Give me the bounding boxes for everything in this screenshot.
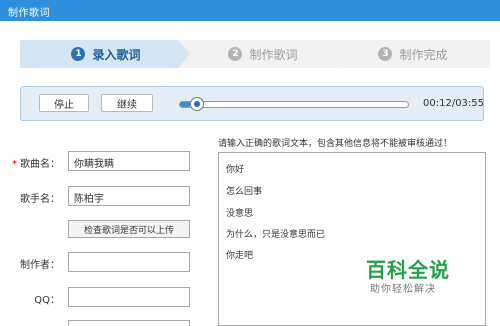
step-indicator: 1 录入歌词 2 制作歌词 3 制作完成 [20, 40, 490, 68]
step-3-label: 制作完成 [399, 47, 448, 62]
title-bar: 制作歌词 [0, 0, 500, 21]
stop-button[interactable]: 停止 [39, 94, 89, 112]
audio-player: 停止 继续 00:12/03:55 [20, 86, 484, 121]
continue-button[interactable]: 继续 [101, 94, 153, 112]
lyric-line: 为什么，只是没意思而已 [226, 230, 326, 240]
step-1-number: 1 [71, 47, 86, 61]
watermark-logo-text: 百科全说 [366, 258, 450, 282]
progress-handle[interactable] [190, 97, 204, 111]
step-3-number: 3 [378, 47, 393, 61]
required-asterisk: * [12, 159, 17, 170]
extra-field[interactable] [68, 320, 190, 326]
lyrics-textarea[interactable]: 你好 怎么回事 没意思 为什么，只是没意思而已 你走吧 [218, 152, 486, 326]
singer-field[interactable]: 陈柏宇 [68, 186, 190, 206]
watermark-slogan: 助你轻松解决 [370, 284, 436, 295]
check-lyrics-button[interactable]: 检查歌词是否可以上传 [68, 220, 190, 238]
step-enter-lyrics: 1 录入歌词 [20, 40, 192, 68]
qq-field[interactable] [68, 287, 190, 307]
window-title: 制作歌词 [8, 8, 50, 19]
song-name-field[interactable]: 你瞒我瞒 [68, 151, 190, 171]
maker-field[interactable] [68, 252, 190, 272]
step-make-lyrics: 2 制作歌词 [178, 40, 348, 68]
lyrics-hint: 请输入正确的歌词文本，包含其他信息将不能被审核通过！ [218, 139, 453, 149]
step-complete: 3 制作完成 [336, 40, 490, 68]
step-2-label: 制作歌词 [249, 47, 298, 62]
step-1-label: 录入歌词 [92, 47, 141, 62]
lyric-line: 你走吧 [226, 251, 254, 261]
maker-label: 制作者： [20, 260, 60, 271]
singer-label: 歌手名： [20, 194, 60, 205]
step-2-number: 2 [228, 47, 243, 61]
song-name-label: * 歌曲名： [12, 159, 60, 170]
lyric-line: 没意思 [226, 209, 254, 219]
lyric-line: 怎么回事 [226, 187, 263, 197]
progress-track[interactable] [179, 101, 409, 108]
lyric-line: 你好 [226, 165, 245, 175]
time-readout: 00:12/03:55 [423, 98, 485, 109]
qq-label: QQ： [34, 295, 60, 306]
